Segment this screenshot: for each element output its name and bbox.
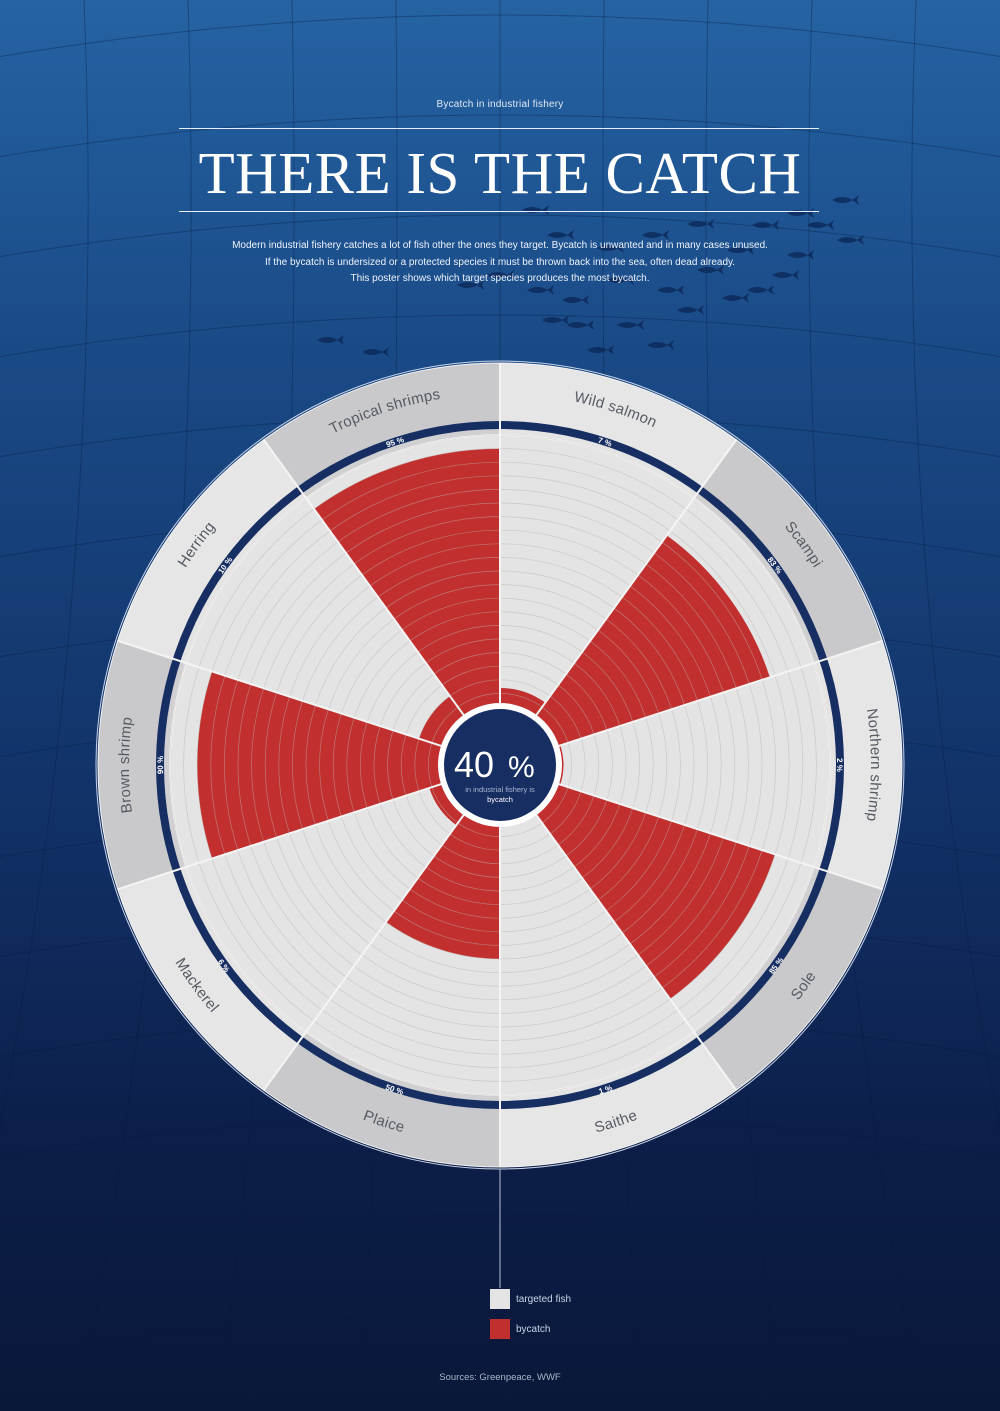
legend-swatch-bycatch — [490, 1319, 510, 1339]
legend-item-targeted: targeted fish — [490, 1289, 571, 1309]
legend-swatch-targeted — [490, 1289, 510, 1309]
percent-label: 90 % — [156, 756, 165, 775]
legend-label: targeted fish — [516, 1293, 572, 1305]
center-caption: in industrial fishery is — [465, 785, 535, 794]
percent-label: 2 % — [835, 758, 844, 772]
center-value: 40 — [454, 744, 494, 785]
bycatch-polar-chart: Wild salmon7 %Scampi83 %Northern shrimp2… — [95, 360, 905, 1288]
sources: Sources: Greenpeace, WWF — [439, 1372, 561, 1383]
legend-item-bycatch: bycatch — [490, 1319, 571, 1339]
center-unit: % — [508, 751, 535, 784]
center-caption-strong: bycatch — [487, 795, 513, 804]
legend-label: bycatch — [516, 1323, 551, 1335]
legend: targeted fish bycatch — [490, 1289, 571, 1349]
